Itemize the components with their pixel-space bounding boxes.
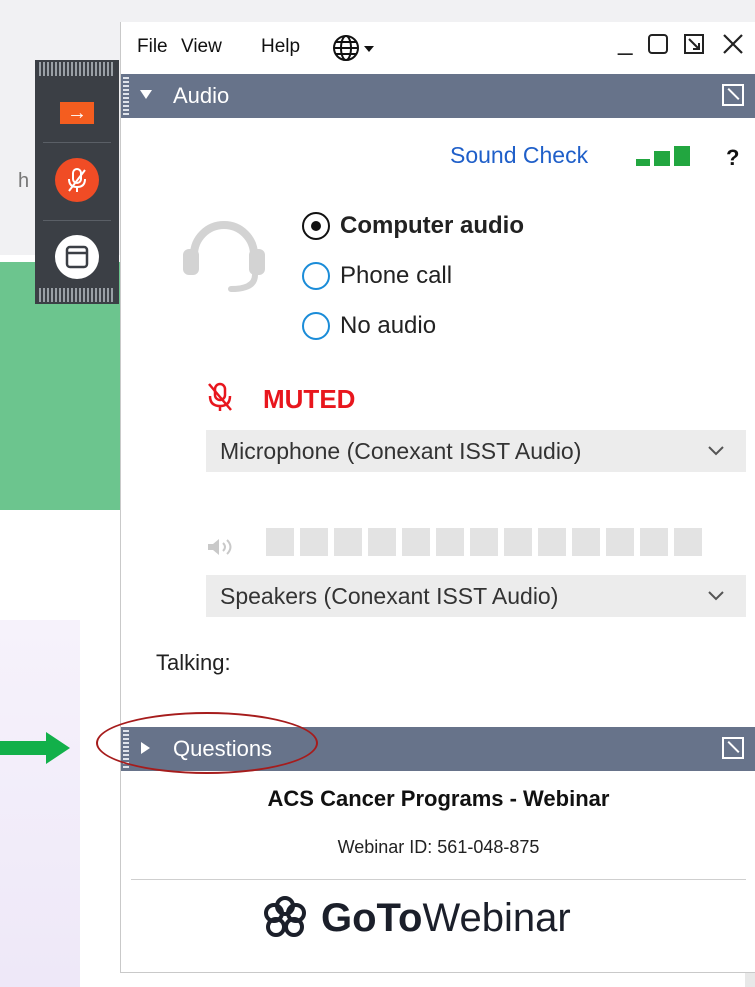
- gotowebinar-flower-icon: [264, 896, 306, 937]
- control-panel-grip-bottom[interactable]: [39, 288, 115, 302]
- gotowebinar-window: File View Help _ Audio Sound Check ? Com…: [120, 22, 755, 973]
- mic-muted-icon: [207, 382, 233, 417]
- gotowebinar-logo: GoTo Webinar: [261, 894, 571, 942]
- popout-section-icon[interactable]: [722, 737, 744, 759]
- chevron-down-icon: [708, 591, 724, 601]
- sound-check-link[interactable]: Sound Check: [450, 142, 588, 169]
- show-hide-panel-button[interactable]: →: [35, 98, 119, 128]
- brand-goto: GoTo: [321, 895, 423, 940]
- radio-label: Computer audio: [340, 212, 524, 239]
- language-globe-icon[interactable]: [332, 34, 378, 67]
- signal-strength-icon: [636, 146, 696, 166]
- menu-file[interactable]: File: [137, 36, 168, 58]
- green-arrow-annotation: [0, 732, 70, 764]
- arrow-right-icon: →: [60, 102, 94, 124]
- help-button[interactable]: ?: [726, 145, 739, 171]
- radio-button[interactable]: [302, 212, 330, 240]
- maximize-button[interactable]: [646, 32, 670, 63]
- window-view-button[interactable]: [35, 232, 119, 282]
- collapse-triangle-icon: [140, 90, 152, 99]
- microphone-select[interactable]: Microphone (Conexant ISST Audio): [206, 430, 746, 472]
- mic-muted-icon: [55, 158, 99, 202]
- popout-button[interactable]: [682, 32, 706, 63]
- background-decoration: [0, 620, 80, 987]
- mute-button[interactable]: [35, 155, 119, 205]
- chevron-down-icon: [708, 446, 724, 456]
- drag-handle[interactable]: [123, 77, 129, 115]
- radio-label: Phone call: [340, 262, 453, 289]
- audio-option-none[interactable]: No audio: [302, 310, 436, 342]
- menu-view[interactable]: View: [181, 36, 222, 58]
- minimize-button[interactable]: _: [618, 26, 632, 57]
- control-panel: →: [35, 60, 119, 304]
- muted-status[interactable]: MUTED: [207, 382, 355, 417]
- muted-label: MUTED: [263, 384, 356, 414]
- radio-label: No audio: [340, 312, 437, 339]
- webinar-id: Webinar ID: 561-048-875: [337, 837, 540, 857]
- speakers-value: Speakers (Conexant ISST Audio): [220, 583, 559, 609]
- radio-button[interactable]: [302, 312, 330, 340]
- close-button[interactable]: [721, 32, 745, 63]
- audio-section-title: Audio: [173, 83, 230, 108]
- webinar-title: ACS Cancer Programs - Webinar: [267, 786, 610, 811]
- brand-webinar: Webinar: [422, 895, 571, 940]
- speakers-select[interactable]: Speakers (Conexant ISST Audio): [206, 575, 746, 617]
- control-panel-grip-top[interactable]: [39, 62, 115, 76]
- headset-icon: [179, 205, 269, 295]
- control-panel-divider: [43, 220, 111, 221]
- menu-help[interactable]: Help: [261, 36, 300, 58]
- radio-button[interactable]: [302, 262, 330, 290]
- speaker-volume-icon: [206, 537, 242, 562]
- background-text-fragment: h: [18, 170, 30, 192]
- talking-label: Talking:: [156, 650, 231, 675]
- menu-bar: File View Help _: [121, 22, 755, 74]
- control-panel-divider: [43, 142, 111, 143]
- audio-section-header[interactable]: Audio: [121, 74, 755, 118]
- audio-option-computer[interactable]: Computer audio: [302, 210, 524, 242]
- microphone-value: Microphone (Conexant ISST Audio): [220, 438, 582, 464]
- footer-divider: [131, 879, 746, 880]
- audio-option-phone[interactable]: Phone call: [302, 260, 452, 292]
- window-icon: [55, 235, 99, 279]
- popout-section-icon[interactable]: [722, 84, 744, 106]
- highlight-ellipse-annotation: [96, 712, 318, 774]
